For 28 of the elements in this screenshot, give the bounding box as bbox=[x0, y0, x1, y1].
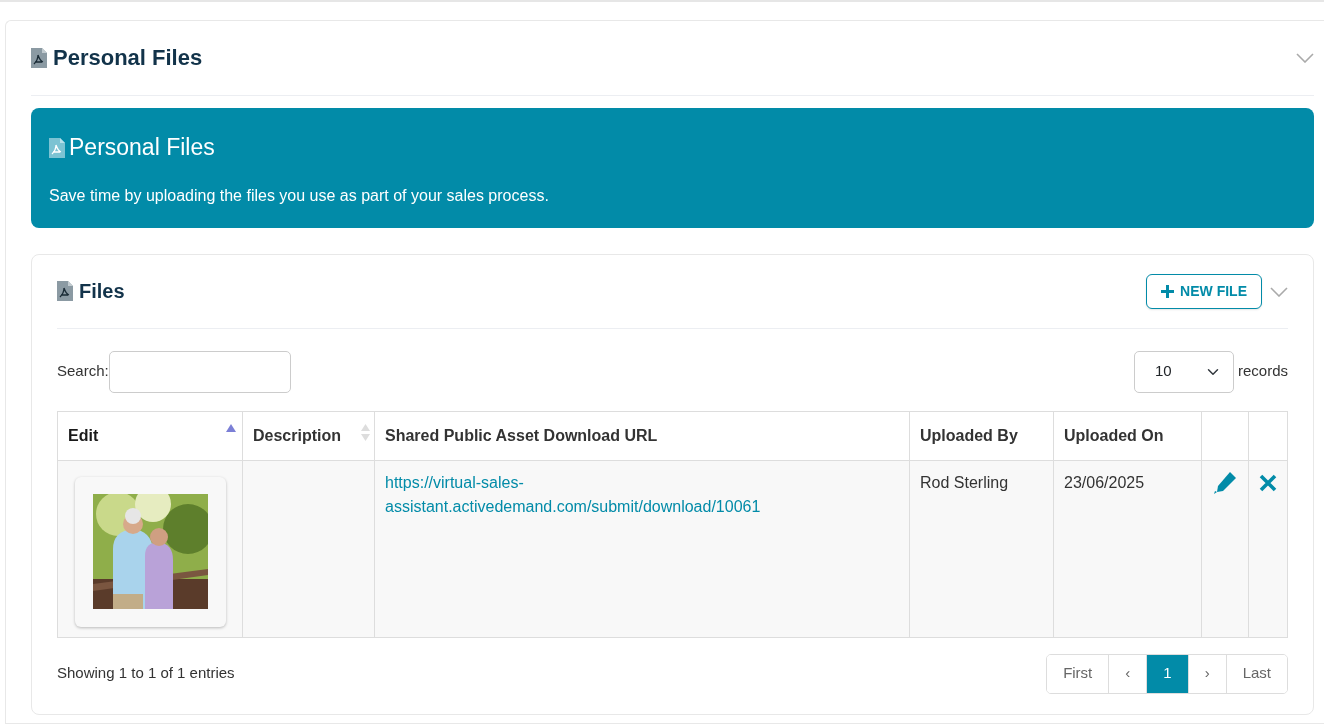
column-header[interactable]: Description bbox=[242, 411, 375, 461]
column-header: Shared Public Asset Download URL bbox=[374, 411, 910, 461]
chevron-icon[interactable] bbox=[1270, 286, 1288, 297]
entries-info: Showing 1 to 1 of 1 entries bbox=[57, 663, 235, 684]
pagination-button[interactable]: 1 bbox=[1146, 654, 1188, 693]
pdf-file-icon bbox=[49, 136, 65, 159]
column-header: Uploaded On bbox=[1053, 411, 1202, 461]
search-label: Search: bbox=[57, 361, 109, 382]
thumbnail-card[interactable] bbox=[75, 476, 226, 627]
column-header: Uploaded By bbox=[909, 411, 1054, 461]
page-size-select[interactable]: 10 bbox=[1133, 350, 1234, 393]
pdf-file-icon bbox=[31, 47, 47, 69]
new-file-button[interactable]: NEW FILE bbox=[1146, 273, 1262, 309]
banner-title: Personal Files bbox=[69, 134, 215, 162]
card-title: Files bbox=[79, 279, 125, 304]
edit-icon[interactable] bbox=[1213, 471, 1237, 496]
pdf-file-icon bbox=[57, 280, 73, 303]
search-field[interactable] bbox=[108, 350, 291, 393]
chevron-icon[interactable] bbox=[1296, 53, 1314, 63]
table-cell: 23/06/2025 bbox=[1064, 473, 1145, 491]
plus-icon bbox=[1161, 284, 1175, 298]
pagination-button[interactable]: Last bbox=[1225, 654, 1287, 693]
column-header[interactable]: Edit bbox=[57, 411, 243, 461]
banner-text: Save time by uploading the files you use as part of your sales process. bbox=[49, 185, 550, 206]
records-label: records bbox=[1237, 361, 1288, 382]
panel-title: Personal Files bbox=[53, 44, 203, 72]
table-cell: Rod Sterling bbox=[920, 473, 1009, 491]
delete-icon[interactable] bbox=[1259, 474, 1277, 493]
